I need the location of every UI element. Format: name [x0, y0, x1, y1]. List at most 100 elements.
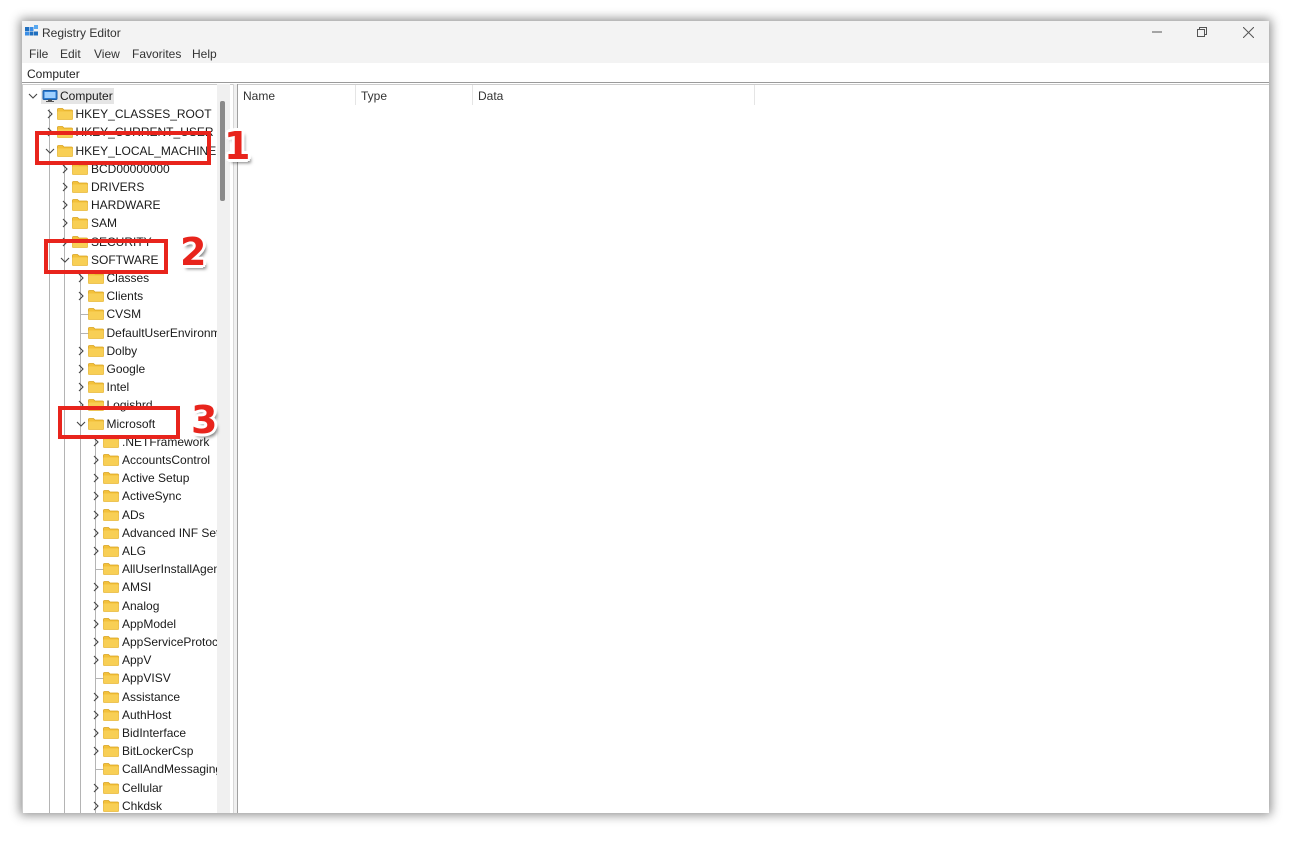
menu-view[interactable]: View [94, 47, 120, 61]
chevron-down-icon[interactable] [28, 91, 38, 101]
folder-icon [87, 308, 104, 321]
tree-item-software-child[interactable]: Intel [23, 378, 233, 396]
tree-item-microsoft-child[interactable]: AppV [23, 651, 233, 669]
chevron-right-icon[interactable] [91, 510, 101, 520]
column-header-type[interactable]: Type [356, 85, 473, 105]
chevron-right-icon[interactable] [91, 528, 101, 538]
close-button[interactable] [1225, 21, 1269, 43]
tree-item-microsoft-child[interactable]: BitLockerCsp [23, 742, 233, 760]
tree-item-hklm-child[interactable]: HARDWARE [23, 196, 233, 214]
annotation-number-3: 3 [191, 398, 218, 442]
menu-help[interactable]: Help [192, 47, 217, 61]
tree-item-label: BitLockerCsp [122, 744, 194, 759]
chevron-right-icon[interactable] [91, 637, 101, 647]
folder-icon [103, 781, 119, 794]
column-header-name[interactable]: Name [238, 85, 356, 105]
chevron-right-icon[interactable] [91, 746, 101, 756]
column-header-data[interactable]: Data [473, 85, 755, 105]
chevron-right-icon[interactable] [60, 164, 70, 174]
tree-item-microsoft-child[interactable]: BidInterface [23, 724, 233, 742]
window-title: Registry Editor [42, 26, 121, 40]
menu-file[interactable]: File [29, 47, 48, 61]
folder-icon [103, 563, 119, 576]
tree-item-microsoft-child[interactable]: AppServiceProtoc [23, 633, 233, 651]
chevron-right-icon[interactable] [91, 655, 101, 665]
folder-icon [103, 690, 119, 703]
annotation-number-1: 1 [224, 124, 251, 168]
tree-item-microsoft-child[interactable]: ActiveSync [23, 487, 233, 505]
tree-item-microsoft-child[interactable]: AuthHost [23, 706, 233, 724]
chevron-right-icon[interactable] [91, 619, 101, 629]
menu-edit[interactable]: Edit [60, 47, 81, 61]
tree-item-label: AMSI [122, 580, 152, 595]
tree-item-microsoft-child[interactable]: Advanced INF Set [23, 524, 233, 542]
minimize-button[interactable] [1134, 21, 1180, 43]
tree-item-microsoft-child[interactable]: AccountsControl [23, 451, 233, 469]
chevron-right-icon[interactable] [91, 491, 101, 501]
tree-item-hive[interactable]: HKEY_CLASSES_ROOT [23, 105, 233, 123]
tree-item-microsoft-child[interactable]: AppModel [23, 615, 233, 633]
tree-item-software-child[interactable]: Dolby [23, 342, 233, 360]
tree-item-label: Analog [122, 598, 160, 613]
folder-icon [103, 472, 119, 485]
tree-item-microsoft-child[interactable]: Chkdsk [23, 797, 233, 813]
folder-icon [103, 581, 119, 594]
address-path: Computer [27, 67, 80, 81]
tree-item-microsoft-child[interactable]: ADs [23, 506, 233, 524]
folder-icon [87, 290, 104, 303]
tree-item-label: Assistance [122, 689, 181, 704]
chevron-right-icon[interactable] [91, 783, 101, 793]
chevron-right-icon[interactable] [45, 109, 55, 119]
chevron-right-icon[interactable] [91, 710, 101, 720]
folder-icon [103, 545, 119, 557]
tree-item-microsoft-child[interactable]: AMSI [23, 578, 233, 596]
chevron-right-icon[interactable] [91, 801, 101, 811]
tree-item-label: ActiveSync [122, 489, 182, 504]
tree-item-microsoft-child[interactable]: Assistance [23, 688, 233, 706]
computer-icon [42, 90, 58, 102]
tree-item-microsoft-child[interactable]: Analog [23, 597, 233, 615]
value-list-pane[interactable]: Name Type Data [238, 84, 1269, 813]
annotation-number-2: 2 [180, 230, 207, 274]
tree-item-label: DefaultUserEnvironm [106, 325, 221, 340]
tree-scrollbar[interactable] [217, 84, 230, 813]
chevron-right-icon[interactable] [91, 601, 101, 611]
address-bar[interactable]: Computer [22, 64, 1269, 83]
key-tree-pane[interactable]: Computer HKEY_CLASSES_ROOT HKEY_CURRENT_US… [22, 84, 233, 813]
tree-item-label: Google [106, 362, 146, 376]
tree-item-microsoft-child[interactable]: CallAndMessaging [23, 760, 233, 778]
chevron-right-icon[interactable] [91, 546, 101, 556]
chevron-right-icon[interactable] [91, 455, 101, 465]
chevron-right-icon[interactable] [76, 364, 86, 374]
tree-item-label: ALG [122, 544, 147, 558]
folder-icon [103, 672, 119, 685]
tree-item-software-child[interactable]: CVSM [23, 305, 233, 323]
chevron-right-icon[interactable] [91, 582, 101, 592]
chevron-right-icon[interactable] [76, 382, 86, 392]
tree-item-microsoft-child[interactable]: Active Setup [23, 469, 233, 487]
chevron-right-icon[interactable] [91, 473, 101, 483]
tree-item-label: AppServiceProtoc [122, 635, 219, 649]
tree-item-label: ADs [122, 507, 145, 522]
tree-item-software-child[interactable]: DefaultUserEnvironm [23, 324, 233, 342]
tree-item-microsoft-child[interactable]: AppVISV [23, 669, 233, 687]
tree-item-microsoft-child[interactable]: Cellular [23, 779, 233, 797]
chevron-right-icon[interactable] [60, 182, 70, 192]
folder-icon [87, 363, 104, 375]
close-icon [1242, 26, 1254, 38]
chevron-right-icon[interactable] [91, 728, 101, 738]
tree-item-software-child[interactable]: Clients [23, 287, 233, 305]
tree-item-software-child[interactable]: Google [23, 360, 233, 378]
menu-favorites[interactable]: Favorites [132, 47, 181, 61]
chevron-right-icon[interactable] [76, 273, 86, 283]
tree-item-computer[interactable]: Computer [23, 87, 233, 105]
restore-button[interactable] [1179, 21, 1225, 43]
chevron-right-icon[interactable] [60, 218, 70, 228]
tree-item-microsoft-child[interactable]: AllUserInstallAgen [23, 560, 233, 578]
tree-item-microsoft-child[interactable]: ALG [23, 542, 233, 560]
chevron-right-icon[interactable] [91, 692, 101, 702]
chevron-right-icon[interactable] [76, 291, 86, 301]
chevron-right-icon[interactable] [60, 200, 70, 210]
chevron-right-icon[interactable] [76, 346, 86, 356]
tree-item-hklm-child[interactable]: DRIVERS [23, 178, 233, 196]
